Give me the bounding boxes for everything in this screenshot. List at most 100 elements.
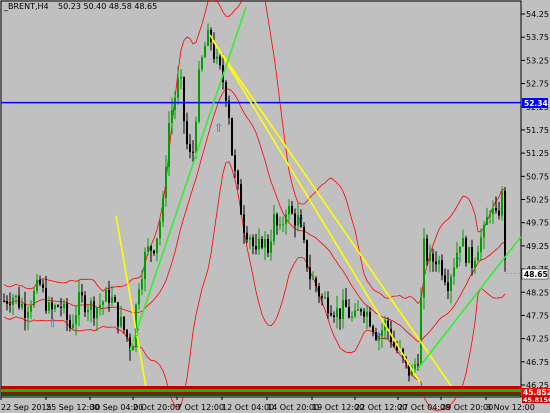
price-tick-label: 49.75 xyxy=(526,219,549,228)
candle-body xyxy=(15,295,17,298)
candle-body xyxy=(420,297,422,365)
candle-body xyxy=(504,190,506,260)
candle-body xyxy=(174,97,176,110)
candle-body xyxy=(117,302,119,327)
price-tick-label: 51.25 xyxy=(526,149,549,158)
svg-text:48.65: 48.65 xyxy=(524,270,548,279)
candle-body xyxy=(414,364,416,369)
candle-body xyxy=(219,56,221,66)
candle-body xyxy=(123,316,125,330)
candle-body xyxy=(168,123,170,168)
candle-body xyxy=(24,304,26,318)
candle-body xyxy=(201,57,203,70)
candle-body xyxy=(27,311,29,318)
candle-body xyxy=(432,253,434,262)
current-price-tag: 48.65 xyxy=(521,268,549,280)
candle-body xyxy=(255,246,257,250)
candle-body xyxy=(303,226,305,241)
candle-body xyxy=(36,279,38,291)
candle-body xyxy=(333,315,335,318)
candle-body xyxy=(339,308,341,319)
candle-body xyxy=(54,305,56,310)
candle-body xyxy=(105,290,107,302)
price-tick-label: 53.25 xyxy=(526,56,549,65)
candle-body xyxy=(75,315,77,325)
price-tick-label: 53.75 xyxy=(526,33,549,42)
price-tick-label: 54.25 xyxy=(526,10,549,19)
candle-body xyxy=(153,250,155,254)
candle-body xyxy=(150,246,152,251)
price-tick-label: 46.75 xyxy=(526,358,549,367)
candle-body xyxy=(477,252,479,261)
candle-body xyxy=(30,305,32,312)
candle-body xyxy=(144,251,146,280)
candle-body xyxy=(9,303,11,305)
symbol-label: _BRENT,H4 xyxy=(3,2,49,11)
candle-body xyxy=(111,297,113,303)
candle-body xyxy=(291,206,293,214)
candle-body xyxy=(285,214,287,224)
candle-body xyxy=(489,214,491,217)
candle-body xyxy=(480,237,482,253)
candle-body xyxy=(3,300,5,302)
candle-body xyxy=(366,311,368,317)
ohlc-label: 50.23 50.40 48.58 48.65 xyxy=(58,2,157,11)
time-tick-label: 2 Oct 20:00 xyxy=(133,403,180,412)
candle-body xyxy=(462,238,464,247)
price-tick-label: 47.25 xyxy=(526,335,549,344)
candle-body xyxy=(126,329,128,338)
up-arrow-marker: ⇧ xyxy=(374,330,383,343)
time-tick-label: 3 Nov 12:00 xyxy=(486,403,535,412)
candle-body xyxy=(282,223,284,225)
bottom-red-tag-2: 45.8150 xyxy=(522,396,550,404)
candle-body xyxy=(441,260,443,276)
svg-text:52.34: 52.34 xyxy=(524,99,548,108)
candle-body xyxy=(474,260,476,268)
candle-body xyxy=(483,224,485,238)
candle-body xyxy=(96,307,98,319)
candle-body xyxy=(459,246,461,253)
chart-window[interactable]: ⇧ ⇧ ⇧ ⇧ ⇧ ⇧ _BRENT,H4 50.23 50.40 48.58 48.65… xyxy=(0,0,550,413)
candle-body xyxy=(423,238,425,298)
candle-body xyxy=(204,45,206,58)
price-chart[interactable]: ⇧ ⇧ ⇧ ⇧ ⇧ ⇧ _BRENT,H4 50.23 50.40 48.58 48.65… xyxy=(0,0,550,413)
candle-body xyxy=(51,302,53,310)
candle-body xyxy=(348,307,350,318)
price-tick-label: 47.75 xyxy=(526,311,549,320)
candle-body xyxy=(240,184,242,215)
candle-body xyxy=(39,279,41,285)
up-arrow-marker: ⇧ xyxy=(296,214,305,227)
candle-body xyxy=(357,309,359,311)
candle-body xyxy=(501,190,503,216)
time-tick-label: 7 Oct 12:00 xyxy=(177,403,224,412)
candle-body xyxy=(225,82,227,101)
candle-body xyxy=(276,214,278,226)
candle-body xyxy=(249,237,251,240)
candle-body xyxy=(165,167,167,198)
candle-body xyxy=(81,292,83,296)
candle-body xyxy=(465,238,467,263)
candle-body xyxy=(66,303,68,321)
candle-body xyxy=(60,306,62,308)
candle-body xyxy=(48,302,50,311)
candle-body xyxy=(363,311,365,317)
candle-body xyxy=(132,346,134,351)
candle-body xyxy=(261,238,263,248)
candle-body xyxy=(312,278,314,280)
candle-body xyxy=(84,295,86,313)
candle-body xyxy=(447,282,449,292)
candle-body xyxy=(264,238,266,248)
candle-body xyxy=(435,261,437,265)
candle-body xyxy=(279,224,281,226)
candle-body xyxy=(306,240,308,268)
candle-body xyxy=(42,284,44,288)
candle-body xyxy=(102,301,104,305)
candle-body xyxy=(486,216,488,225)
candle-body xyxy=(216,56,218,59)
candle-body xyxy=(120,316,122,327)
candle-body xyxy=(342,299,344,319)
candle-body xyxy=(21,304,23,308)
bottom-indicator-strip xyxy=(1,386,521,396)
candle-body xyxy=(330,313,332,316)
hline-price-tag: 52.34 xyxy=(522,98,548,108)
